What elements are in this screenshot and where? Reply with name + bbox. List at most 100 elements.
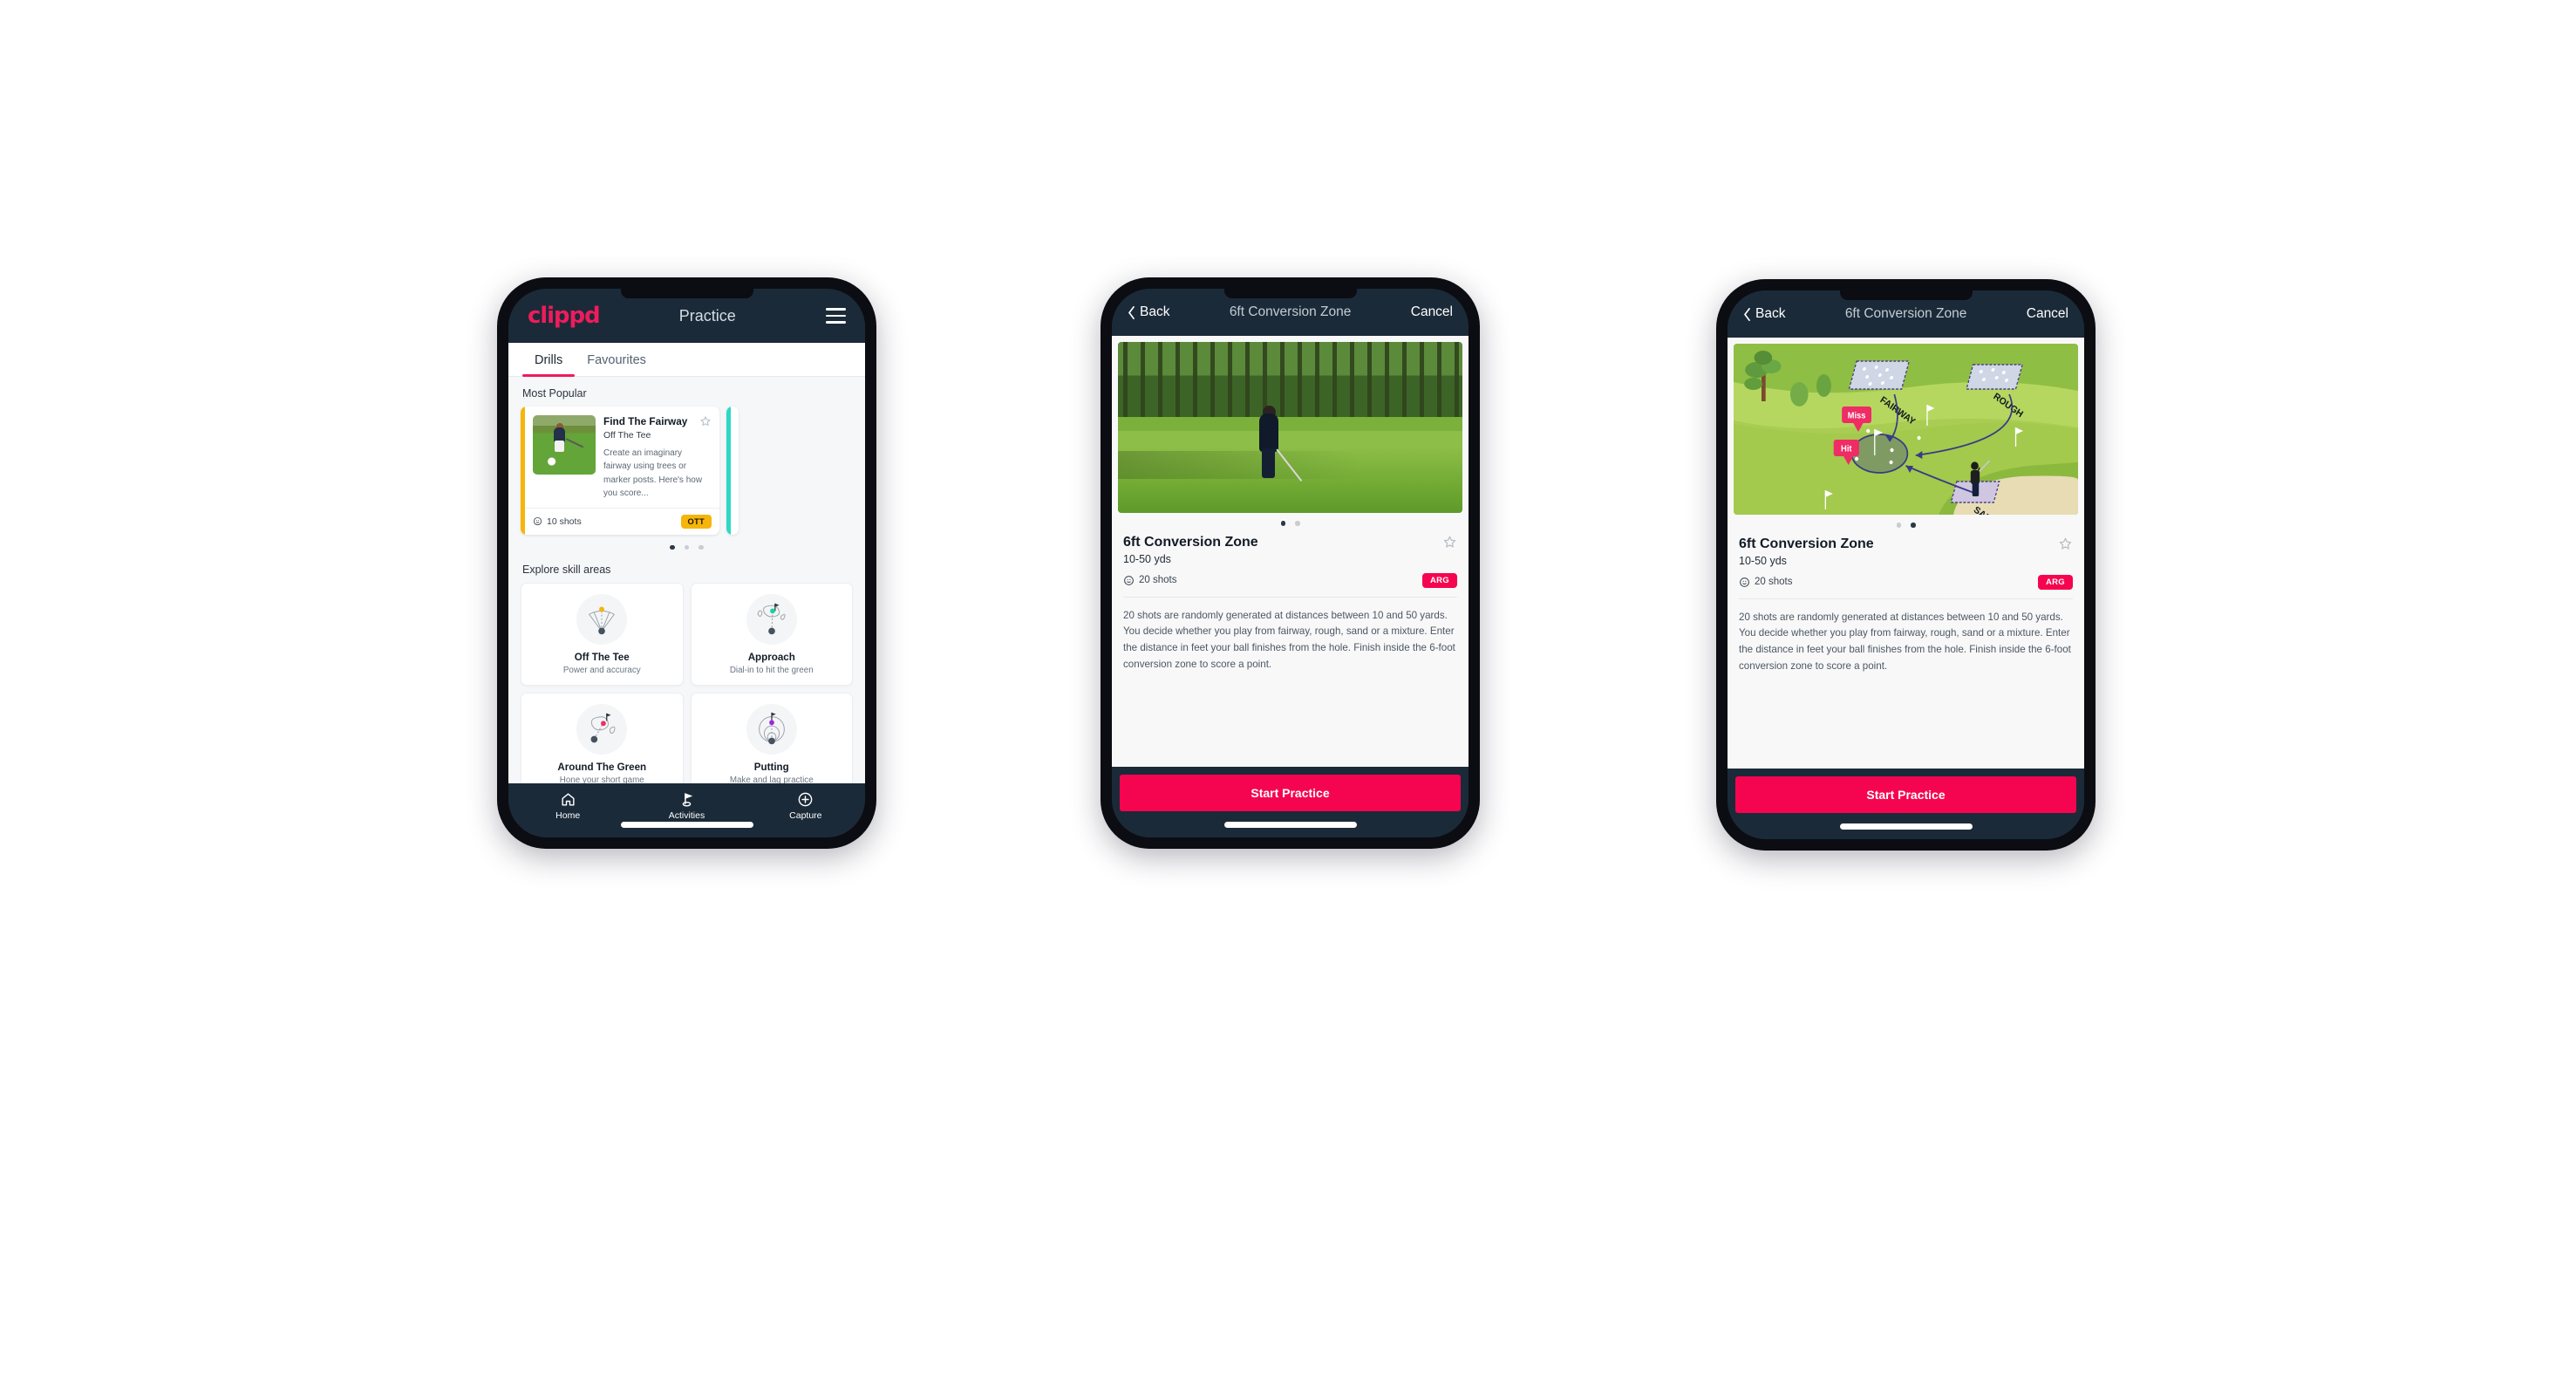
cancel-label: Cancel [1410, 304, 1453, 319]
tab-drills[interactable]: Drills [522, 343, 576, 377]
device-notch [1223, 289, 1357, 298]
drill-shots-label: 20 shots [1755, 577, 1793, 588]
back-button[interactable]: Back [1128, 304, 1169, 320]
tab-bar: Drills Favourites [508, 343, 865, 377]
carousel-dot[interactable] [699, 544, 704, 550]
shot-count-icon [1739, 577, 1750, 588]
carousel-dot[interactable] [684, 544, 690, 550]
skill-card-approach[interactable]: Approach Dial-in to hit the green [690, 583, 853, 687]
chevron-left-icon [1128, 305, 1135, 319]
skill-areas-grid: Off The Tee Power and accuracy Approach … [521, 583, 853, 783]
skill-subtitle: Power and accuracy [562, 666, 641, 676]
photo-treeline [1118, 342, 1462, 418]
home-indicator [1223, 822, 1357, 828]
skill-subtitle: Hone your short game [559, 775, 644, 783]
tee-dispersion-icon [576, 594, 628, 646]
drill-card-footer: 10 shots OTT [525, 507, 719, 535]
drill-shots: 10 shots [533, 516, 582, 527]
favourite-star-icon[interactable] [699, 415, 712, 427]
modal-title: 6ft Conversion Zone [1229, 304, 1352, 319]
phone-mockup-drill-detail-illustration: Back 6ft Conversion Zone Cancel FAIRWAY … [1716, 279, 2096, 851]
drill-card-next-peek[interactable] [726, 407, 739, 535]
carousel-dot[interactable] [1896, 523, 1901, 528]
skill-card-around-the-green[interactable]: Around The Green Hone your short game [521, 693, 684, 783]
cta-container: Start Practice [1112, 767, 1469, 811]
phone-mockup-drill-detail-photo: Back 6ft Conversion Zone Cancel 6ft Conv… [1101, 277, 1480, 849]
home-indicator [1839, 823, 1973, 830]
start-practice-button[interactable]: Start Practice [1735, 776, 2076, 813]
skill-title: Off The Tee [574, 652, 630, 664]
nav-item-activities[interactable]: Activities [627, 791, 746, 821]
divider [1739, 598, 2073, 599]
skill-pill-ott: OTT [680, 514, 712, 529]
green-approach-icon [746, 594, 797, 646]
drill-shots: 20 shots [1123, 575, 1176, 586]
skill-title: Approach [747, 652, 795, 664]
cancel-button[interactable]: Cancel [2027, 306, 2068, 322]
carousel-dot[interactable] [670, 544, 675, 550]
nav-item-capture[interactable]: Capture [746, 791, 865, 821]
drill-category: Off The Tee [603, 429, 651, 441]
putting-rings-icon [746, 704, 797, 755]
modal-title: 6ft Conversion Zone [1844, 306, 1967, 321]
shot-count-icon [533, 516, 542, 526]
photo-golfer [1256, 406, 1285, 482]
scroll-content[interactable]: Most Popular Find The Fairway Off The Te… [508, 377, 865, 783]
drill-card-find-the-fairway[interactable]: Find The Fairway Off The Tee Create an i… [521, 407, 719, 535]
drill-thumbnail [533, 415, 596, 475]
drill-distance-range: 10-50 yds [1123, 552, 1171, 565]
carousel-dot[interactable] [1280, 521, 1285, 526]
drill-title: 6ft Conversion Zone [1739, 536, 1874, 551]
favourite-star-icon[interactable] [2058, 536, 2073, 551]
drill-description: 20 shots are randomly generated at dista… [1739, 611, 2071, 673]
drill-detail-content: 6ft Conversion Zone 10-50 yds 20 shots A… [1734, 515, 2078, 769]
skill-title: Around The Green [557, 762, 647, 774]
hamburger-icon[interactable] [826, 308, 846, 324]
cancel-label: Cancel [2026, 306, 2068, 321]
favourite-star-icon[interactable] [1442, 535, 1457, 550]
nav-label: Capture [789, 810, 822, 821]
cancel-button[interactable]: Cancel [1411, 304, 1453, 320]
skill-pill-arg: ARG [1421, 572, 1457, 588]
cta-container: Start Practice [1728, 769, 2084, 813]
tab-favourites[interactable]: Favourites [575, 343, 658, 376]
golf-flag-icon [682, 793, 693, 807]
device-notch [1839, 290, 1973, 300]
drill-media-illustration[interactable]: FAIRWAY ROUGH SAND [1734, 344, 2078, 515]
carousel-dot[interactable] [1911, 523, 1916, 528]
nav-label: Home [555, 810, 581, 821]
drill-carousel[interactable]: Find The Fairway Off The Tee Create an i… [521, 407, 853, 535]
drill-title: 6ft Conversion Zone [1123, 534, 1258, 550]
plus-circle-icon [798, 792, 813, 807]
drill-media-photo[interactable] [1118, 342, 1462, 513]
svg-text:Miss: Miss [1848, 411, 1866, 420]
carousel-pagination[interactable] [521, 544, 853, 550]
skill-subtitle: Make and lag practice [729, 775, 814, 783]
drill-title: Find The Fairway [603, 415, 688, 427]
skill-card-putting[interactable]: Putting Make and lag practice [690, 693, 853, 783]
practice-screen-body: Drills Favourites Most Popular Find The … [508, 343, 865, 783]
back-label: Back [1755, 306, 1786, 321]
skill-subtitle: Dial-in to hit the green [729, 666, 814, 676]
home-icon [562, 793, 575, 806]
svg-text:Hit: Hit [1841, 444, 1852, 454]
media-pagination[interactable] [1739, 523, 2073, 528]
divider [1123, 596, 1457, 598]
start-practice-button[interactable]: Start Practice [1120, 775, 1461, 811]
drill-description: 20 shots are randomly generated at dista… [1123, 609, 1455, 671]
skill-pill-arg: ARG [2037, 574, 2073, 590]
carousel-dot[interactable] [1295, 521, 1300, 526]
media-pagination[interactable] [1123, 521, 1457, 526]
shot-count-icon [1123, 575, 1135, 586]
nav-item-home[interactable]: Home [508, 791, 627, 821]
back-button[interactable]: Back [1743, 306, 1785, 322]
drill-description: Create an imaginary fairway using trees … [603, 448, 703, 499]
drill-shots-label: 10 shots [547, 516, 582, 527]
screenshot-canvas: clippd Practice Drills Favourites Most P… [0, 0, 2576, 1387]
nav-label: Activities [668, 810, 705, 821]
drill-detail-content: 6ft Conversion Zone 10-50 yds 20 shots A… [1118, 513, 1462, 767]
skill-card-off-the-tee[interactable]: Off The Tee Power and accuracy [521, 583, 684, 687]
device-notch [620, 289, 753, 298]
drill-detail-sheet: 6ft Conversion Zone 10-50 yds 20 shots A… [1112, 336, 1469, 767]
drill-shots-label: 20 shots [1139, 575, 1177, 586]
